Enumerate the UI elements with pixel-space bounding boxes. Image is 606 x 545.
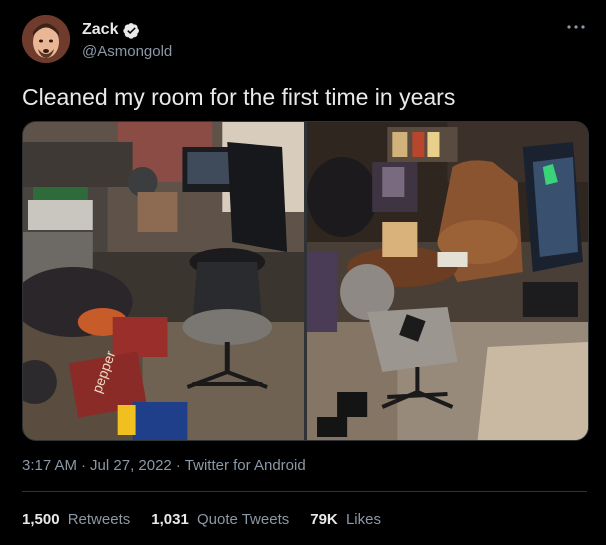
quote-tweets-stat[interactable]: 1,031 Quote Tweets [151, 511, 289, 528]
messy-room-image: pepper [23, 122, 304, 440]
photo-clean-room[interactable] [307, 122, 588, 440]
author-handle[interactable]: @Asmongold [82, 43, 172, 60]
tweet-time[interactable]: 3:17 AM [22, 457, 77, 474]
likes-stat[interactable]: 79K Likes [310, 511, 381, 528]
verified-badge-icon [123, 22, 140, 39]
tweet-date[interactable]: Jul 27, 2022 [90, 457, 172, 474]
author-name[interactable]: Zack [82, 21, 140, 39]
tweet-stats: 1,500 Retweets 1,031 Quote Tweets 79K Li… [22, 511, 381, 528]
avatar[interactable] [22, 15, 70, 63]
retweets-label: Retweets [67, 511, 131, 528]
more-dots-icon[interactable] [566, 22, 586, 32]
clean-room-image [307, 122, 588, 440]
tweet-media: pepper [22, 121, 589, 441]
tweet-meta: 3:17 AM · Jul 27, 2022 · Twitter for And… [22, 457, 306, 474]
meta-separator: · [175, 457, 181, 474]
quote-tweets-label: Quote Tweets [196, 511, 290, 528]
quote-tweets-count: 1,031 [151, 511, 189, 528]
meta-separator: · [81, 457, 87, 474]
retweets-count: 1,500 [22, 511, 60, 528]
author-name-text: Zack [82, 21, 119, 38]
retweets-stat[interactable]: 1,500 Retweets [22, 511, 130, 528]
tweet: Zack @Asmongold Cleaned my room for the … [0, 0, 606, 545]
likes-count: 79K [310, 511, 338, 528]
tweet-text: Cleaned my room for the first time in ye… [22, 84, 456, 110]
photo-messy-room[interactable]: pepper [23, 122, 304, 440]
tweet-source[interactable]: Twitter for Android [185, 457, 306, 474]
avatar-image [22, 15, 70, 63]
divider [22, 491, 587, 492]
likes-label: Likes [345, 511, 381, 528]
